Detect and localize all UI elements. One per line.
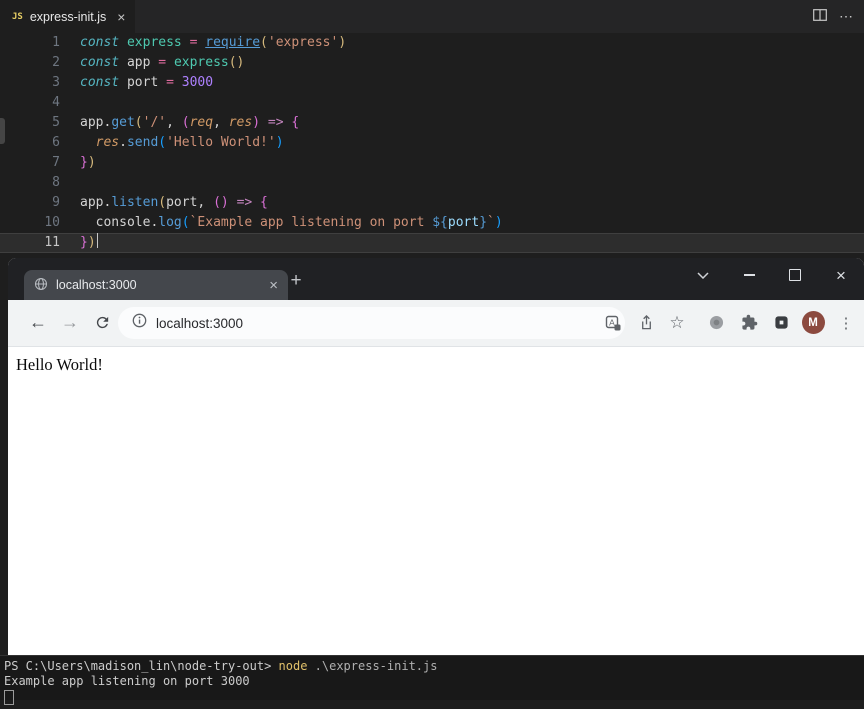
line-number: 3 (52, 75, 60, 90)
url-text: localhost:3000 (156, 315, 244, 331)
line-number: 7 (52, 155, 60, 170)
code-line[interactable]: 9 app.listen(port, () => { (0, 193, 864, 213)
tab-search-chevron-icon[interactable] (680, 258, 726, 292)
code-text: const app = express() (80, 55, 245, 70)
line-number: 11 (44, 235, 60, 250)
browser-toolbar: ← → localhost:3000 A ☆ M ⋮ (8, 300, 864, 347)
code-line[interactable]: 7}) (0, 153, 864, 173)
code-line[interactable]: 10 console.log(`Example app listening on… (0, 213, 864, 233)
code-text: console.log(`Example app listening on po… (95, 215, 503, 230)
editor-tab[interactable]: JS express-init.js × (0, 0, 137, 33)
back-button[interactable]: ← (24, 300, 52, 345)
site-info-icon[interactable] (132, 313, 147, 333)
extension-circle-icon[interactable] (702, 300, 730, 345)
terminal-panel[interactable]: PS C:\Users\madison_lin\node-try-out> no… (0, 655, 864, 705)
editor-actions: ⋯ (813, 0, 854, 33)
line-number: 9 (52, 195, 60, 210)
activity-bar-indicator (0, 118, 5, 144)
line-number: 8 (52, 175, 60, 190)
page-content: Hello World! (8, 347, 864, 655)
minimize-button[interactable] (726, 258, 772, 292)
extension-square-icon[interactable] (767, 300, 795, 345)
forward-icon: → (61, 312, 79, 332)
reload-button[interactable] (88, 300, 116, 345)
line-number: 5 (52, 115, 60, 130)
code-text: app.listen(port, () => { (80, 195, 268, 210)
maximize-button[interactable] (772, 258, 818, 292)
terminal-line: Example app listening on port 3000 (4, 674, 250, 688)
bookmark-star-icon[interactable]: ☆ (663, 300, 691, 345)
line-number: 2 (52, 55, 60, 70)
globe-favicon-icon (34, 277, 48, 294)
line-number: 1 (52, 35, 60, 50)
menu-kebab-icon[interactable]: ⋮ (832, 300, 860, 345)
more-actions-icon[interactable]: ⋯ (839, 8, 854, 25)
terminal-line: PS C:\Users\madison_lin\node-try-out> no… (4, 659, 438, 673)
code-line[interactable]: 1 const express = require('express') (0, 33, 864, 53)
code-text: app.get('/', (req, res) => { (80, 115, 300, 130)
code-line[interactable]: 5 app.get('/', (req, res) => { (0, 113, 864, 133)
avatar[interactable]: M (799, 300, 827, 345)
split-editor-icon[interactable] (813, 8, 827, 26)
code-line[interactable]: 2 const app = express() (0, 53, 864, 73)
code-line[interactable]: 4 (0, 93, 864, 113)
code-line[interactable]: 8 (0, 173, 864, 193)
code-text: }) (68, 233, 99, 253)
code-text: }) (80, 155, 96, 170)
javascript-file-icon: JS (12, 11, 23, 22)
code-text: const express = require('express') (80, 35, 347, 50)
chrome-tabstrip: × localhost:3000 × + (8, 258, 864, 300)
code-line[interactable]: 11}) (0, 233, 864, 253)
extensions-puzzle-icon[interactable] (735, 300, 763, 345)
forward-button[interactable]: → (56, 300, 84, 345)
chrome-window: × localhost:3000 × + ← → localhost:3000 (8, 258, 864, 655)
hello-world-text: Hello World! (16, 355, 103, 374)
code-text: const port = 3000 (80, 75, 214, 90)
omnibox[interactable]: localhost:3000 (118, 307, 625, 339)
terminal-cursor (4, 690, 14, 705)
editor-tab-close-icon[interactable]: × (117, 10, 125, 24)
code-line[interactable]: 3 const port = 3000 (0, 73, 864, 93)
browser-tab-close-icon[interactable]: × (269, 278, 278, 293)
window-controls: × (680, 258, 864, 292)
back-icon: ← (29, 312, 47, 332)
translate-icon[interactable]: A (599, 300, 627, 345)
line-number: 10 (44, 215, 60, 230)
editor-tabbar: JS express-init.js × ⋯ (0, 0, 864, 33)
svg-text:A: A (609, 317, 615, 327)
browser-tab[interactable]: localhost:3000 × (24, 270, 288, 300)
code-text: res.send('Hello World!') (95, 135, 284, 150)
editor-tab-label: express-init.js (29, 9, 107, 24)
vscode-window: JS express-init.js × ⋯ 1 const express = … (0, 0, 864, 258)
text-caret (96, 233, 99, 248)
line-number: 4 (52, 95, 60, 110)
code-line[interactable]: 6 res.send('Hello World!') (0, 133, 864, 153)
line-number: 6 (52, 135, 60, 150)
browser-tab-title: localhost:3000 (56, 278, 137, 292)
share-icon[interactable] (632, 300, 660, 345)
code-editor[interactable]: 1 const express = require('express') 2 cons… (0, 33, 864, 258)
close-button[interactable]: × (818, 258, 864, 292)
new-tab-button[interactable]: + (282, 267, 310, 295)
